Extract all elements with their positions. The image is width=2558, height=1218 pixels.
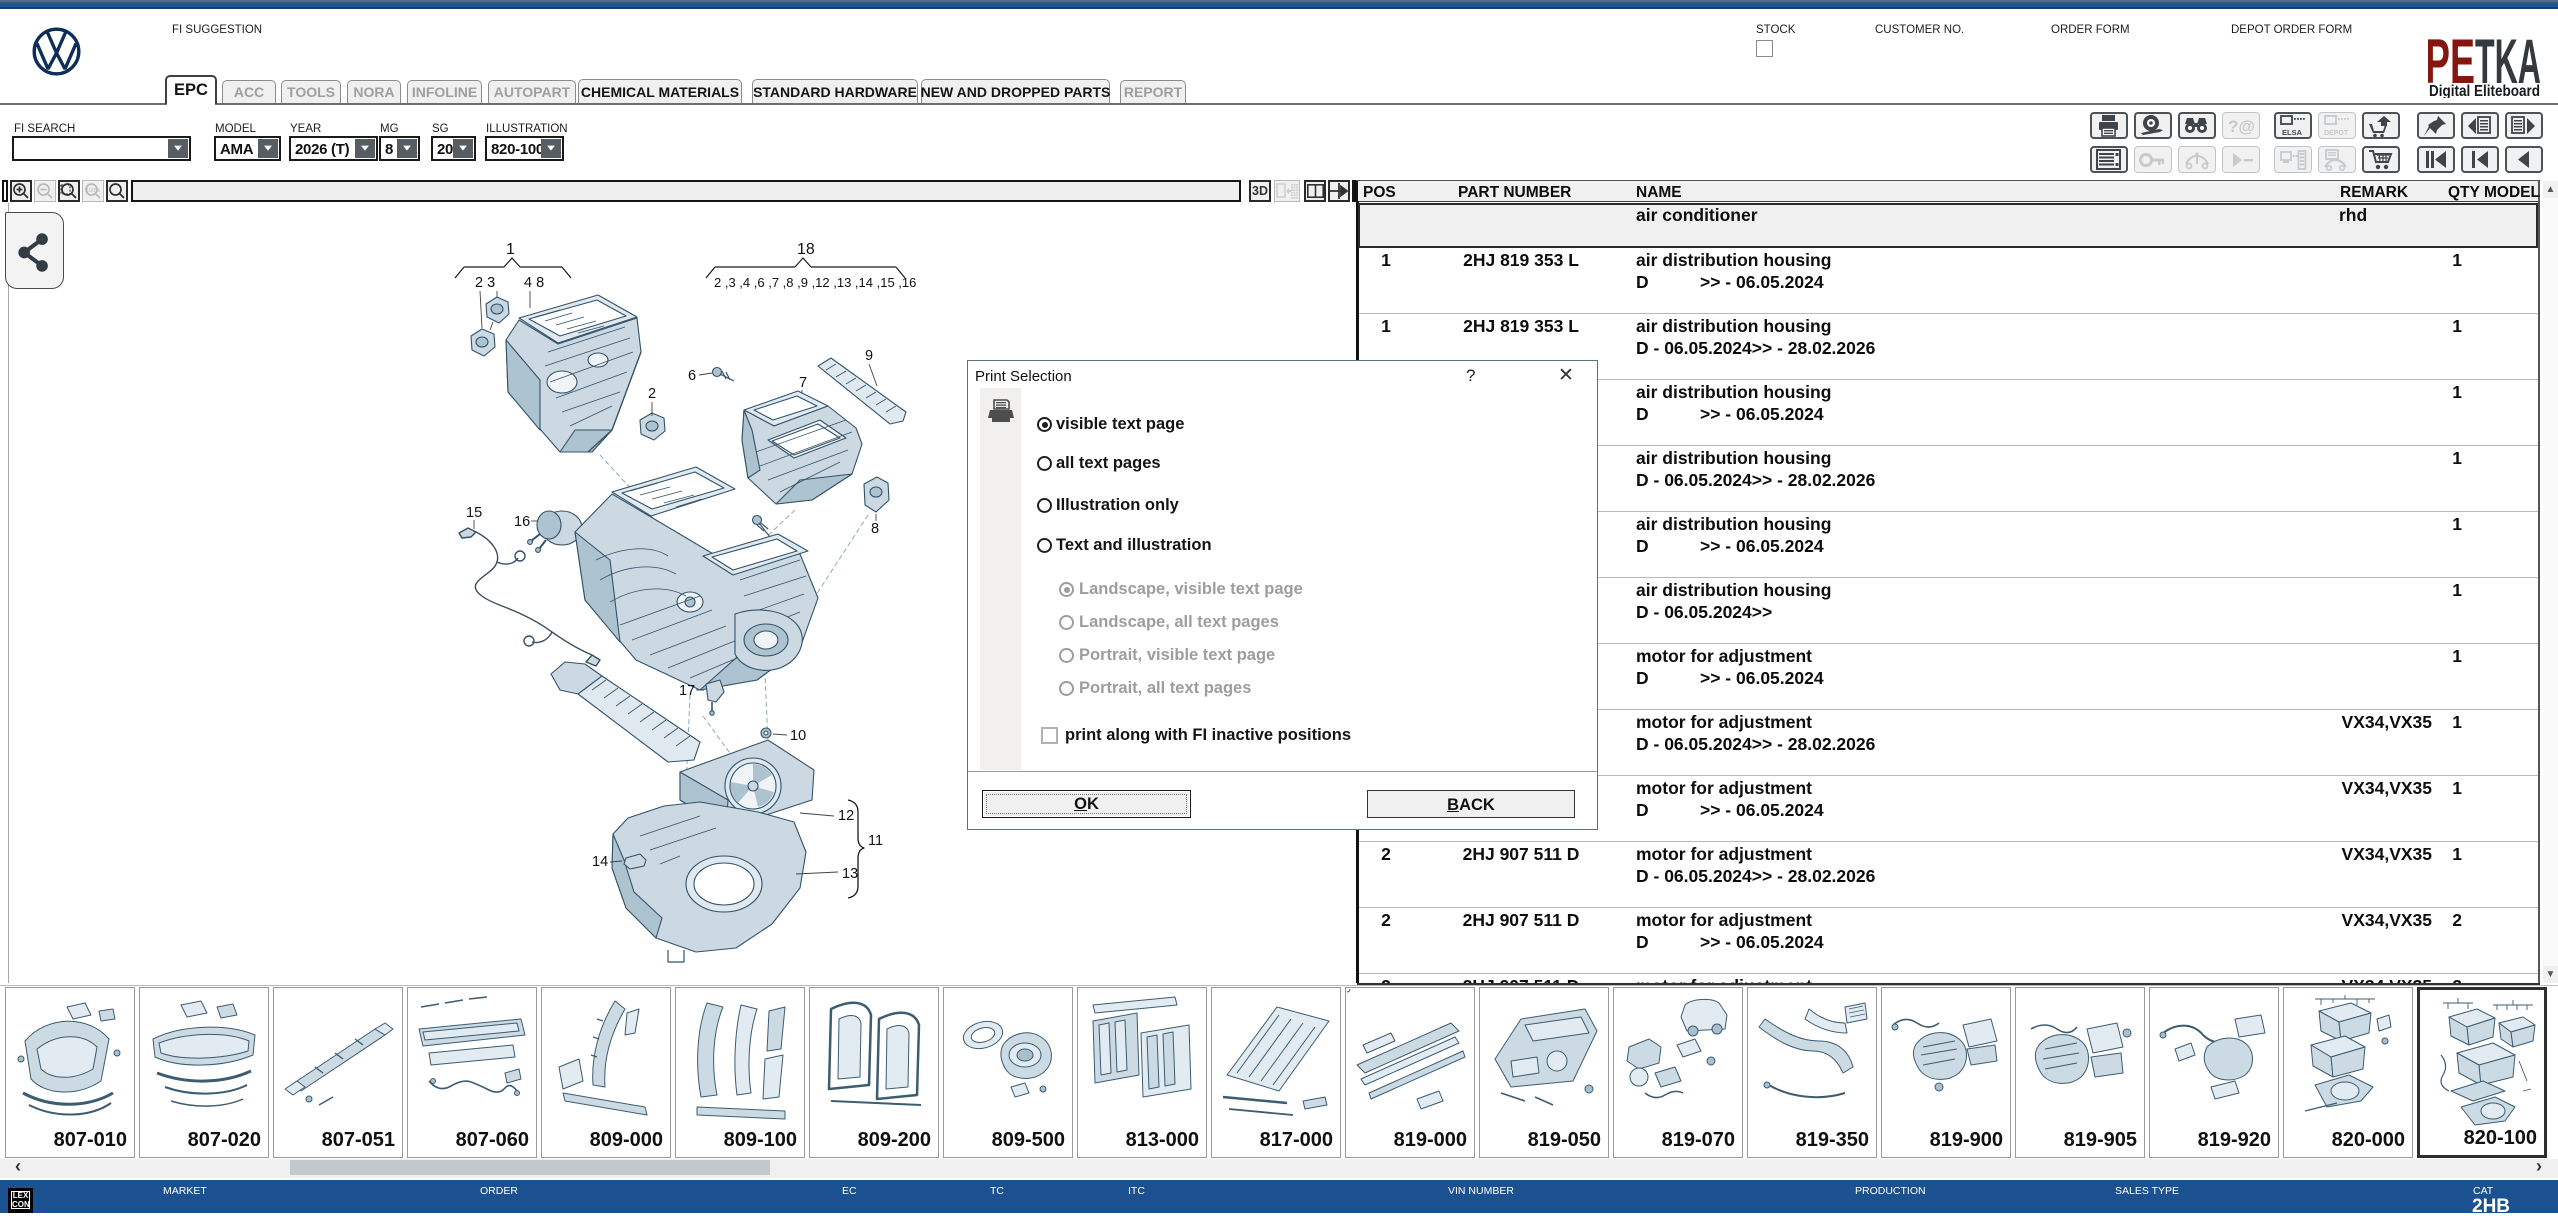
svg-text:15: 15 bbox=[466, 505, 482, 521]
svg-text:17: 17 bbox=[679, 683, 695, 699]
svg-text:18: 18 bbox=[797, 241, 815, 258]
svg-text:16: 16 bbox=[514, 514, 530, 530]
svg-text:2 3: 2 3 bbox=[475, 275, 495, 291]
svg-text:11: 11 bbox=[868, 833, 883, 849]
svg-text:DEPOT: DEPOT bbox=[2324, 130, 2349, 137]
svg-text:13: 13 bbox=[842, 866, 858, 882]
svg-text:2 ,3 ,4 ,6 ,7 ,8 ,9 ,12 ,13 ,1: 2 ,3 ,4 ,6 ,7 ,8 ,9 ,12 ,13 ,14 ,15 ,16 bbox=[714, 275, 916, 290]
svg-text:100%: 100% bbox=[86, 188, 100, 194]
svg-text:10: 10 bbox=[790, 728, 806, 744]
svg-text:6: 6 bbox=[688, 368, 696, 384]
svg-text:9: 9 bbox=[865, 348, 873, 364]
svg-text:1: 1 bbox=[506, 241, 515, 258]
svg-text:7: 7 bbox=[799, 375, 807, 391]
svg-text:8: 8 bbox=[871, 521, 879, 537]
svg-text:14: 14 bbox=[592, 854, 608, 870]
svg-text:2: 2 bbox=[648, 386, 656, 402]
svg-text:12: 12 bbox=[838, 808, 854, 824]
svg-text:Digital Eliteboard: Digital Eliteboard bbox=[2429, 83, 2540, 98]
svg-text:ELSA: ELSA bbox=[2282, 128, 2303, 137]
svg-text:?@: ?@ bbox=[2228, 117, 2255, 136]
svg-text:4 8: 4 8 bbox=[524, 275, 544, 291]
